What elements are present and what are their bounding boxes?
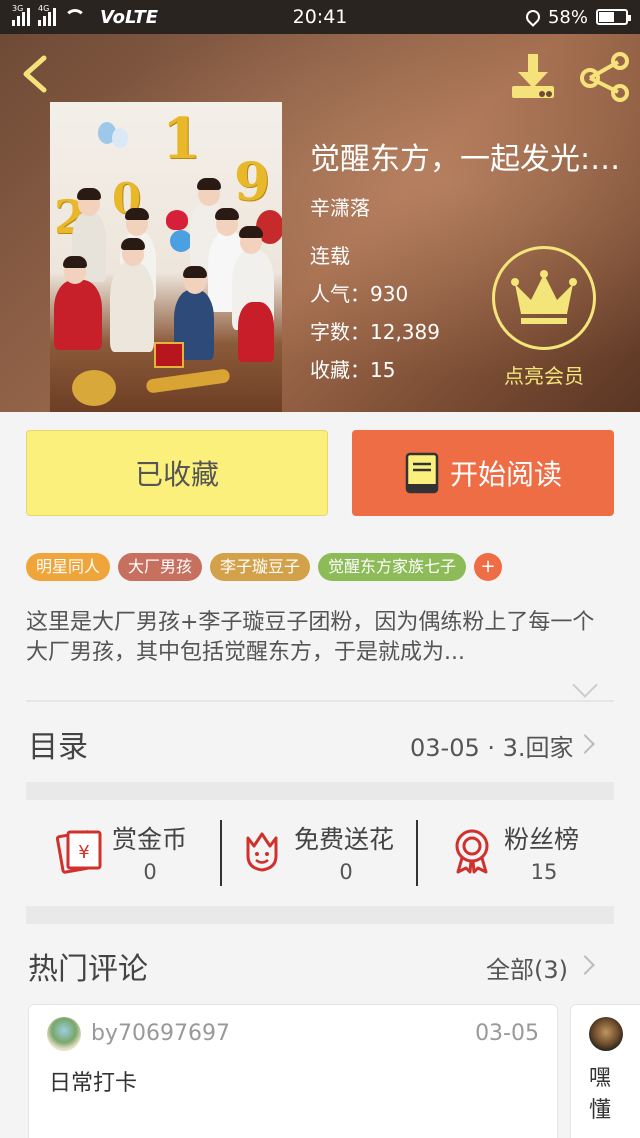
- person-figure: [54, 280, 102, 350]
- book-title: 觉醒东方，一起发光:…: [310, 142, 621, 177]
- status-bar: 3G 4G VoLTE 20:41 58%: [0, 0, 640, 34]
- flower-icon[interactable]: [242, 830, 282, 874]
- book-author[interactable]: 辛潇落: [310, 192, 370, 221]
- tag-chip[interactable]: 觉醒东方家族七子: [318, 553, 467, 581]
- book-cover[interactable]: 2 0 1 9: [50, 102, 282, 412]
- download-icon: [512, 54, 554, 98]
- heart-balloon-icon: [166, 210, 188, 230]
- favorited-button[interactable]: 已收藏: [26, 430, 328, 516]
- start-reading-button[interactable]: 开始阅读: [352, 430, 614, 516]
- ribbon-medal-icon[interactable]: [450, 828, 494, 874]
- cell-signal-icon: 3G: [12, 4, 30, 26]
- comment-text: 日常打卡: [49, 1071, 138, 1096]
- gift-box-icon: [154, 342, 184, 368]
- share-icon: [580, 52, 629, 102]
- balloon-icon: [112, 128, 128, 148]
- avatar[interactable]: [589, 1017, 623, 1051]
- vip-button[interactable]: [492, 246, 596, 350]
- divider: [416, 820, 418, 886]
- free-flowers-value: 0: [339, 860, 353, 884]
- tag-chip[interactable]: 明星同人: [26, 553, 111, 581]
- chevron-right-icon[interactable]: [575, 734, 595, 754]
- hot-comments-title: 热门评论: [28, 952, 148, 987]
- comment-card[interactable]: by70697697 03-05 日常打卡: [28, 1004, 558, 1138]
- back-button[interactable]: [16, 52, 56, 96]
- add-tag-button[interactable]: +: [474, 553, 503, 581]
- fan-ranking-value: 15: [530, 860, 558, 884]
- chevron-right-icon[interactable]: [575, 955, 595, 975]
- free-flowers-label[interactable]: 免费送花: [294, 820, 394, 856]
- battery-percent: 58%: [547, 6, 588, 28]
- fan-ranking-label[interactable]: 粉丝榜: [504, 820, 579, 856]
- book-status: 连载: [310, 244, 350, 268]
- share-button[interactable]: [578, 52, 632, 102]
- divider: [220, 820, 222, 886]
- comment-date: 03-05: [475, 1021, 539, 1046]
- cover-digit: 9: [234, 152, 271, 213]
- all-comments-link[interactable]: 全部(3): [486, 950, 568, 985]
- comment-card[interactable]: 嘿懂: [570, 1004, 640, 1138]
- crown-icon: [511, 270, 577, 324]
- wifi-icon: [64, 9, 86, 25]
- book-popularity: 人气：930: [310, 282, 409, 306]
- cover-digit: 1: [162, 106, 201, 172]
- tag-list: 明星同人 大厂男孩 李子璇豆子 觉醒东方家族七子 +: [26, 553, 503, 581]
- stats-row: ¥ 赏金币 0 免费送花 0 粉丝榜 15: [26, 800, 614, 906]
- tag-chip[interactable]: 大厂男孩: [118, 553, 203, 581]
- chevron-left-icon: [23, 55, 47, 93]
- favorited-label: 已收藏: [134, 458, 219, 491]
- start-reading-label: 开始阅读: [449, 458, 562, 491]
- chevron-down-icon[interactable]: [572, 672, 598, 698]
- vip-label[interactable]: 点亮会员: [492, 360, 596, 389]
- battery-icon: [596, 9, 631, 25]
- toc-latest-chapter[interactable]: 03-05 · 3.回家: [410, 728, 574, 763]
- book-icon: [405, 452, 439, 494]
- section-divider: [26, 782, 614, 800]
- book-description[interactable]: 这里是大厂男孩+李子璇豆子团粉，因为偶练粉上了每一个大厂男孩，其中包括觉醒东方，…: [26, 608, 602, 670]
- volte-indicator: VoLTE: [100, 6, 159, 28]
- cell-signal-icon-2: 4G: [38, 4, 56, 26]
- balloon-icon: [170, 230, 192, 252]
- book-collections: 收藏：15: [310, 358, 396, 382]
- comment-text: 嘿懂: [589, 1066, 612, 1123]
- avatar[interactable]: [47, 1017, 81, 1051]
- download-button[interactable]: [508, 52, 558, 102]
- toc-title[interactable]: 目录: [28, 722, 88, 766]
- tag-chip[interactable]: 李子璇豆子: [210, 553, 311, 581]
- person-figure: [110, 262, 154, 352]
- divider: [26, 700, 614, 702]
- section-divider: [26, 906, 614, 924]
- comment-username[interactable]: by70697697: [91, 1021, 230, 1046]
- reward-coins-label[interactable]: 赏金币: [112, 820, 187, 856]
- svg-text:¥: ¥: [78, 842, 89, 863]
- book-header: 2 0 1 9 觉醒东方，一起发光:… 辛潇落 连载 人气：930 字数：12,…: [0, 34, 640, 412]
- party-horn-icon: [145, 368, 231, 394]
- gold-balloon-icon: [72, 370, 116, 406]
- red-envelope-icon[interactable]: ¥: [56, 828, 104, 874]
- location-icon: [523, 7, 543, 27]
- book-word-count: 字数：12,389: [310, 320, 440, 344]
- person-figure: [238, 302, 274, 362]
- reward-coins-value: 0: [143, 860, 157, 884]
